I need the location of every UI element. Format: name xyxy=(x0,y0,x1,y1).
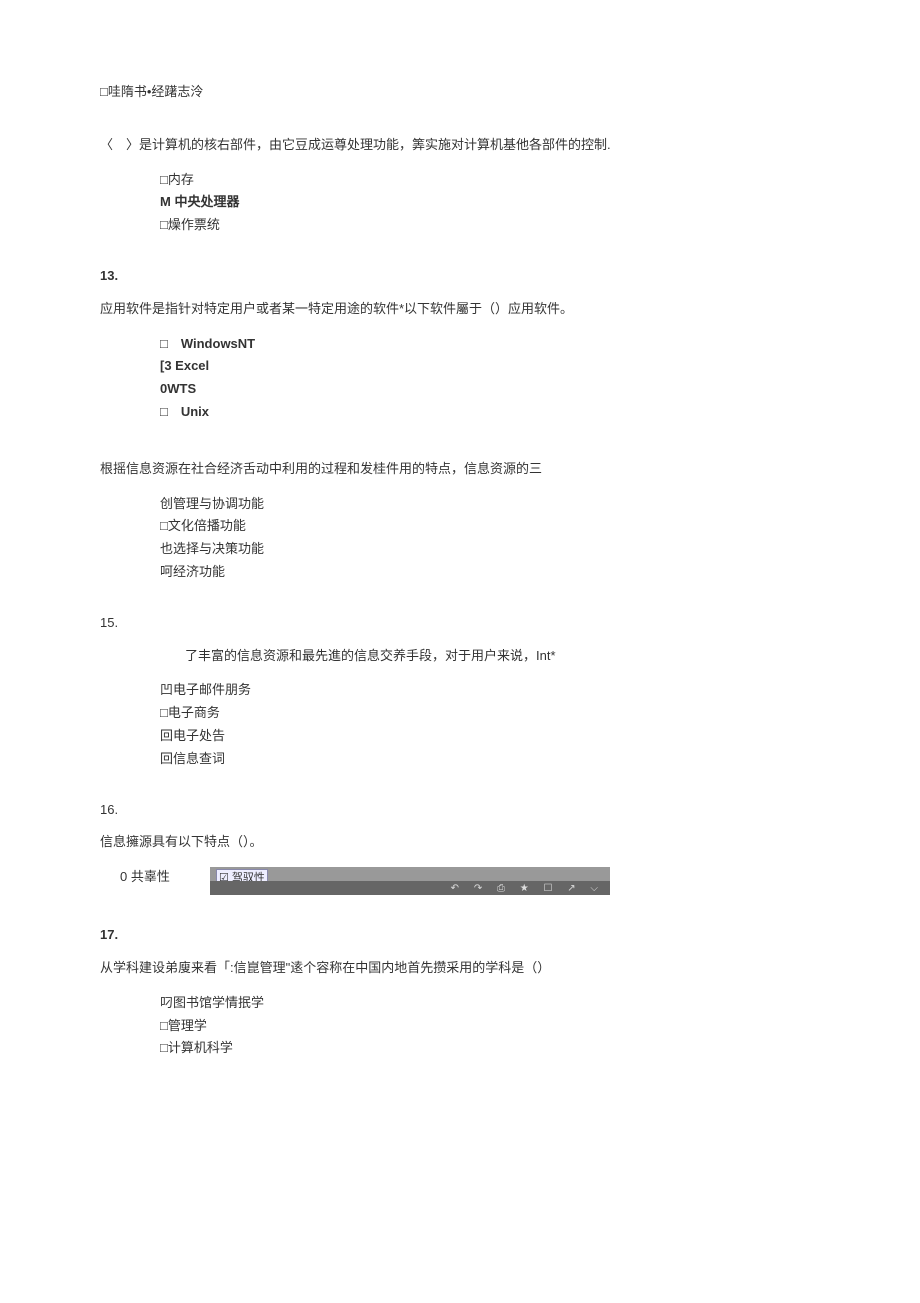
q15-opt-4[interactable]: 回信息查词 xyxy=(160,749,820,770)
q17-opt-2[interactable]: □管理学 xyxy=(160,1016,820,1037)
q13-opt-4[interactable]: □ Unix xyxy=(160,402,820,423)
q13-opt-1[interactable]: □ WindowsNT xyxy=(160,334,820,355)
question-16-number: 16. xyxy=(100,800,820,821)
q13-opt-3[interactable]: 0WTS xyxy=(160,379,820,400)
q16-opt-1[interactable]: 0 共辜性 xyxy=(120,867,210,888)
question-17-text: 从学科建设弟廋来看「:信崑管理"逺个容称在中国内地首先攒采用的学科是（） xyxy=(100,958,820,979)
q12-opt-3[interactable]: □燥作票统 xyxy=(160,215,820,236)
q14-opt-1[interactable]: 创管理与协调功能 xyxy=(160,494,820,515)
q17-opt-3[interactable]: □计算机科学 xyxy=(160,1038,820,1059)
q15-opt-3[interactable]: 回电子处告 xyxy=(160,726,820,747)
q15-opt-2[interactable]: □电子商务 xyxy=(160,703,820,724)
q17-opt-1[interactable]: 叼图书馆学情抿学 xyxy=(160,993,820,1014)
question-12-text: 〈 〉是计算机的核右部件，由它豆成运尊处理功能，筭实施对计算机基他各部件的控制. xyxy=(100,135,820,156)
question-13-number: 13. xyxy=(100,266,820,287)
question-14-text: 根摇信息资源在社合经济舌动中利用的过程和发桂件用的特点，信息资源的三 xyxy=(100,459,820,480)
q15-opt-1[interactable]: 凹电子邮件朋务 xyxy=(160,680,820,701)
standalone-option: □哇隋书•经躇志泠 xyxy=(100,82,820,103)
q14-opt-4[interactable]: 呵经济功能 xyxy=(160,562,820,583)
question-13-text: 应用软件是指针对特定用户或者某一特定用途的软件*以下软件屬于（）应用软件。 xyxy=(100,299,820,320)
question-17-number: 17. xyxy=(100,925,820,946)
question-15-number: 15. xyxy=(100,613,820,634)
q12-opt-1[interactable]: □内存 xyxy=(160,170,820,191)
toolbar-icons: ↶ ↷ ⎙ ★ ☐ ↗ ⌵ xyxy=(210,881,610,895)
embedded-toolbar-image: ☑ 驾驭性 ↶ ↷ ⎙ ★ ☐ ↗ ⌵ xyxy=(210,867,610,895)
q12-opt-2[interactable]: M 中央处理器 xyxy=(160,192,820,213)
q14-opt-2[interactable]: □文化倍播功能 xyxy=(160,516,820,537)
q13-opt-2[interactable]: [3 Excel xyxy=(160,356,820,377)
question-16-text: 信息擁源具有以下特点（）。 xyxy=(100,832,820,853)
question-15-text: 了丰富的信息资源和最先進的信息交养手段，对于用户来说，Int* xyxy=(185,646,820,667)
q14-opt-3[interactable]: 也选择与决策功能 xyxy=(160,539,820,560)
